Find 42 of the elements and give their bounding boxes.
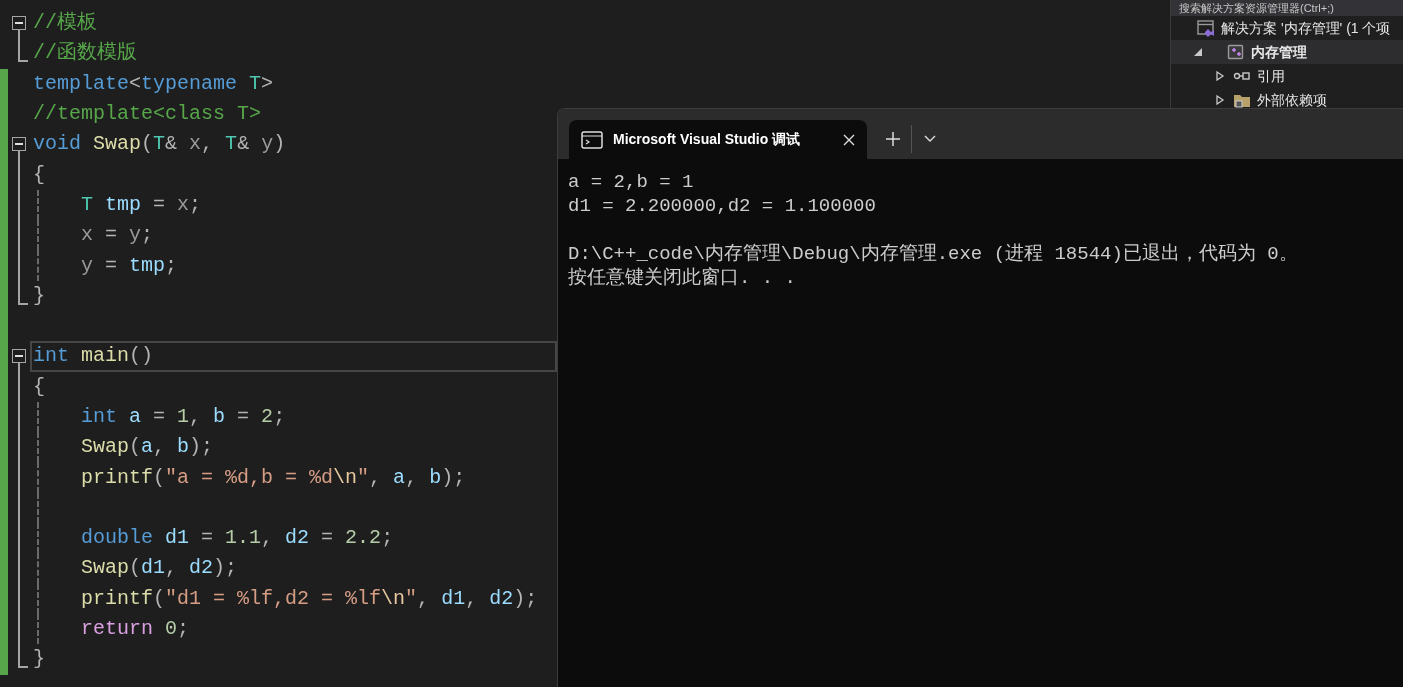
console-output-line: 按任意键关闭此窗口. . . [568, 266, 797, 290]
console-output-line: d1 = 2.200000,d2 = 1.100000 [568, 194, 877, 218]
code-line: return 0; [80, 619, 190, 640]
code-line: x = y; [80, 225, 154, 246]
code-line: } [33, 649, 45, 670]
code-line: } [33, 285, 45, 306]
tree-item[interactable]: 外部依赖项 [1171, 88, 1403, 112]
console-output-line: a = 2,b = 1 [568, 170, 695, 194]
code-line: { [33, 376, 45, 397]
code-line: y = tmp; [80, 255, 178, 276]
code-line: int main() [33, 346, 154, 367]
chevron-down-icon [924, 135, 936, 143]
code-line: printf("d1 = %lf,d2 = %lf\n", d1, d2); [80, 588, 538, 609]
plus-icon [886, 132, 900, 146]
tree-item[interactable]: 引用 [1171, 64, 1403, 88]
code-line: //模板 [33, 13, 97, 34]
code-line: void Swap(T& x, T& y) [33, 134, 286, 155]
collapse-arrow-icon[interactable] [1215, 95, 1225, 105]
code-line: T tmp = x; [80, 194, 202, 215]
code-line: Swap(a, b); [80, 437, 214, 458]
code-line: printf("a = %d,b = %d\n", a, b); [80, 467, 466, 488]
console-tab[interactable]: Microsoft Visual Studio 调试 [569, 120, 867, 159]
collapse-icon[interactable] [12, 137, 26, 152]
code-line: template<typename T> [33, 73, 274, 94]
code-line: //template<class T> [33, 104, 262, 125]
collapse-icon[interactable] [12, 349, 26, 364]
project-icon [1227, 43, 1245, 61]
code-line: { [33, 164, 45, 185]
close-icon[interactable] [843, 133, 855, 146]
tree-item[interactable]: 解决方案 '内存管理' (1 个项 [1171, 16, 1403, 40]
solution-icon [1197, 19, 1215, 37]
code-line: Swap(d1, d2); [80, 558, 238, 579]
tree-item[interactable]: 内存管理 [1171, 40, 1403, 64]
search-field[interactable]: 搜索解决方案资源管理器(Ctrl+;) [1171, 0, 1403, 16]
expand-arrow-icon[interactable] [1193, 47, 1203, 57]
code-line: double d1 = 1.1, d2 = 2.2; [80, 528, 394, 549]
collapse-arrow-icon[interactable] [1215, 71, 1225, 81]
collapse-icon[interactable] [12, 16, 26, 30]
code-line: //函数模版 [33, 43, 137, 64]
terminal-icon [581, 130, 603, 149]
code-line: int a = 1, b = 2; [80, 407, 286, 427]
console-output-line: D:\C++_code\内存管理\Debug\内存管理.exe (进程 18544)已退出，代码为 0。 [568, 242, 1299, 266]
